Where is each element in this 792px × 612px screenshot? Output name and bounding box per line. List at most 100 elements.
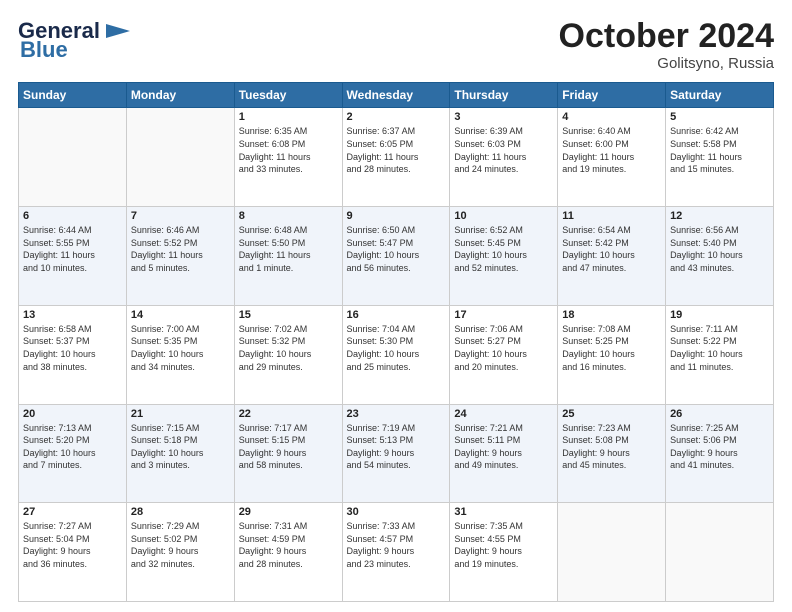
calendar-cell: 12 Sunrise: 6:56 AM Sunset: 5:40 PM Dayli… [666,207,774,306]
calendar-cell [126,108,234,207]
day-number: 12 [670,210,769,222]
calendar-cell: 17 Sunrise: 7:06 AM Sunset: 5:27 PM Dayli… [450,305,558,404]
day-detail: Sunrise: 6:40 AM Sunset: 6:00 PM Dayligh… [562,125,661,175]
calendar-cell: 20 Sunrise: 7:13 AM Sunset: 5:20 PM Dayli… [19,404,127,503]
day-number: 30 [347,506,446,518]
calendar-cell: 13 Sunrise: 6:58 AM Sunset: 5:37 PM Dayli… [19,305,127,404]
day-detail: Sunrise: 6:35 AM Sunset: 6:08 PM Dayligh… [239,125,338,175]
day-detail: Sunrise: 7:02 AM Sunset: 5:32 PM Dayligh… [239,323,338,373]
calendar-cell: 26 Sunrise: 7:25 AM Sunset: 5:06 PM Dayli… [666,404,774,503]
calendar-cell: 9 Sunrise: 6:50 AM Sunset: 5:47 PM Daylig… [342,207,450,306]
day-number: 23 [347,408,446,420]
calendar-cell [558,503,666,602]
calendar-cell: 7 Sunrise: 6:46 AM Sunset: 5:52 PM Daylig… [126,207,234,306]
day-detail: Sunrise: 7:25 AM Sunset: 5:06 PM Dayligh… [670,422,769,472]
month-year: October 2024 [559,18,774,55]
day-detail: Sunrise: 6:56 AM Sunset: 5:40 PM Dayligh… [670,224,769,274]
day-number: 8 [239,210,338,222]
logo: General Blue [18,18,132,61]
day-number: 17 [454,309,553,321]
day-number: 24 [454,408,553,420]
calendar-cell: 8 Sunrise: 6:48 AM Sunset: 5:50 PM Daylig… [234,207,342,306]
day-number: 3 [454,111,553,123]
calendar-cell: 3 Sunrise: 6:39 AM Sunset: 6:03 PM Daylig… [450,108,558,207]
weekday-header-tuesday: Tuesday [234,83,342,108]
day-detail: Sunrise: 7:06 AM Sunset: 5:27 PM Dayligh… [454,323,553,373]
day-detail: Sunrise: 7:33 AM Sunset: 4:57 PM Dayligh… [347,520,446,570]
day-number: 10 [454,210,553,222]
calendar-cell: 10Sunrise: 6:52 AM Sunset: 5:45 PM Dayli… [450,207,558,306]
day-number: 25 [562,408,661,420]
day-detail: Sunrise: 6:46 AM Sunset: 5:52 PM Dayligh… [131,224,230,274]
day-detail: Sunrise: 6:44 AM Sunset: 5:55 PM Dayligh… [23,224,122,274]
day-number: 19 [670,309,769,321]
day-number: 7 [131,210,230,222]
day-detail: Sunrise: 7:11 AM Sunset: 5:22 PM Dayligh… [670,323,769,373]
day-detail: Sunrise: 7:23 AM Sunset: 5:08 PM Dayligh… [562,422,661,472]
day-detail: Sunrise: 7:27 AM Sunset: 5:04 PM Dayligh… [23,520,122,570]
day-detail: Sunrise: 7:21 AM Sunset: 5:11 PM Dayligh… [454,422,553,472]
weekday-header-sunday: Sunday [19,83,127,108]
day-number: 9 [347,210,446,222]
day-number: 4 [562,111,661,123]
calendar-cell: 28 Sunrise: 7:29 AM Sunset: 5:02 PM Dayli… [126,503,234,602]
calendar-cell: 25 Sunrise: 7:23 AM Sunset: 5:08 PM Dayli… [558,404,666,503]
day-number: 29 [239,506,338,518]
day-number: 5 [670,111,769,123]
title-block: October 2024 Golitsyno, Russia [559,18,774,72]
day-detail: Sunrise: 7:19 AM Sunset: 5:13 PM Dayligh… [347,422,446,472]
calendar-cell: 22 Sunrise: 7:17 AM Sunset: 5:15 PM Dayli… [234,404,342,503]
day-detail: Sunrise: 6:48 AM Sunset: 5:50 PM Dayligh… [239,224,338,274]
day-detail: Sunrise: 6:42 AM Sunset: 5:58 PM Dayligh… [670,125,769,175]
calendar-cell: 30 Sunrise: 7:33 AM Sunset: 4:57 PM Dayli… [342,503,450,602]
calendar-cell: 24 Sunrise: 7:21 AM Sunset: 5:11 PM Dayli… [450,404,558,503]
day-number: 16 [347,309,446,321]
weekday-header-wednesday: Wednesday [342,83,450,108]
calendar-cell: 16 Sunrise: 7:04 AM Sunset: 5:30 PM Dayli… [342,305,450,404]
calendar-cell: 6Sunrise: 6:44 AM Sunset: 5:55 PM Daylig… [19,207,127,306]
day-detail: Sunrise: 6:58 AM Sunset: 5:37 PM Dayligh… [23,323,122,373]
day-number: 18 [562,309,661,321]
calendar-cell: 27Sunrise: 7:27 AM Sunset: 5:04 PM Dayli… [19,503,127,602]
day-number: 31 [454,506,553,518]
day-number: 22 [239,408,338,420]
day-detail: Sunrise: 6:54 AM Sunset: 5:42 PM Dayligh… [562,224,661,274]
day-detail: Sunrise: 7:17 AM Sunset: 5:15 PM Dayligh… [239,422,338,472]
day-detail: Sunrise: 7:15 AM Sunset: 5:18 PM Dayligh… [131,422,230,472]
calendar-cell: 2 Sunrise: 6:37 AM Sunset: 6:05 PM Daylig… [342,108,450,207]
day-number: 15 [239,309,338,321]
day-number: 13 [23,309,122,321]
weekday-header-thursday: Thursday [450,83,558,108]
calendar-cell: 1Sunrise: 6:35 AM Sunset: 6:08 PM Daylig… [234,108,342,207]
day-detail: Sunrise: 7:04 AM Sunset: 5:30 PM Dayligh… [347,323,446,373]
calendar-cell: 23 Sunrise: 7:19 AM Sunset: 5:13 PM Dayli… [342,404,450,503]
day-detail: Sunrise: 6:50 AM Sunset: 5:47 PM Dayligh… [347,224,446,274]
day-detail: Sunrise: 6:37 AM Sunset: 6:05 PM Dayligh… [347,125,446,175]
calendar-cell: 5 Sunrise: 6:42 AM Sunset: 5:58 PM Daylig… [666,108,774,207]
calendar-cell: 29 Sunrise: 7:31 AM Sunset: 4:59 PM Dayli… [234,503,342,602]
day-number: 14 [131,309,230,321]
header: General Blue October 2024 Golitsyno, Rus… [18,18,774,72]
location: Golitsyno, Russia [559,55,774,72]
calendar-cell: 4 Sunrise: 6:40 AM Sunset: 6:00 PM Daylig… [558,108,666,207]
day-detail: Sunrise: 7:35 AM Sunset: 4:55 PM Dayligh… [454,520,553,570]
calendar-cell: 18 Sunrise: 7:08 AM Sunset: 5:25 PM Dayli… [558,305,666,404]
day-number: 2 [347,111,446,123]
logo-arrow-icon [102,20,132,42]
day-number: 21 [131,408,230,420]
day-detail: Sunrise: 7:08 AM Sunset: 5:25 PM Dayligh… [562,323,661,373]
calendar-cell: 15 Sunrise: 7:02 AM Sunset: 5:32 PM Dayli… [234,305,342,404]
day-detail: Sunrise: 7:00 AM Sunset: 5:35 PM Dayligh… [131,323,230,373]
day-number: 26 [670,408,769,420]
calendar-table: SundayMondayTuesdayWednesdayThursdayFrid… [18,82,774,602]
weekday-header-monday: Monday [126,83,234,108]
day-detail: Sunrise: 7:29 AM Sunset: 5:02 PM Dayligh… [131,520,230,570]
day-detail: Sunrise: 7:13 AM Sunset: 5:20 PM Dayligh… [23,422,122,472]
day-number: 11 [562,210,661,222]
day-number: 28 [131,506,230,518]
day-detail: Sunrise: 6:39 AM Sunset: 6:03 PM Dayligh… [454,125,553,175]
day-number: 20 [23,408,122,420]
calendar-cell: 14 Sunrise: 7:00 AM Sunset: 5:35 PM Dayli… [126,305,234,404]
calendar-cell [19,108,127,207]
day-detail: Sunrise: 7:31 AM Sunset: 4:59 PM Dayligh… [239,520,338,570]
